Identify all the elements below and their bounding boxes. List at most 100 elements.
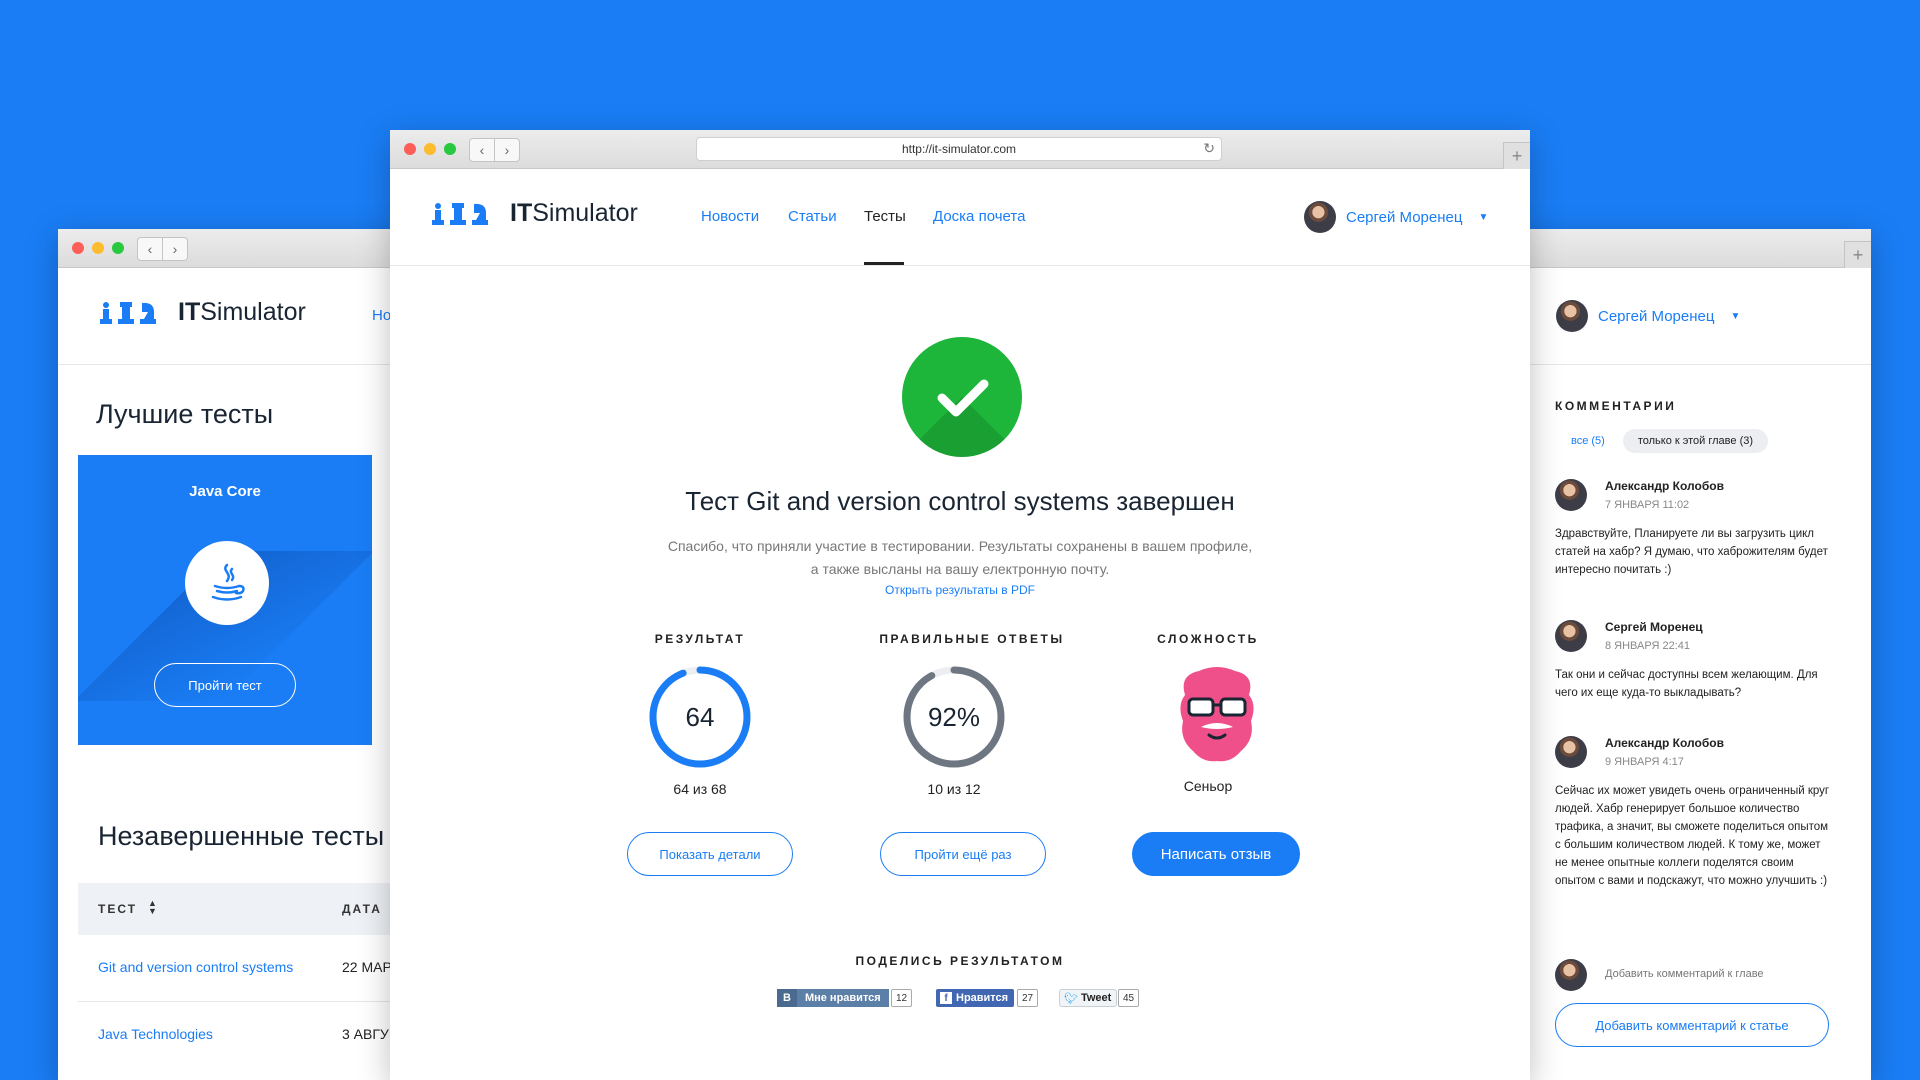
front-user-name: Сергей Моренец [1346,208,1463,226]
back-arrow-icon[interactable]: ‹ [469,138,495,162]
comment-item: Сергей Моренец 8 ЯНВАРЯ 22:41 Так они и … [1555,620,1835,702]
site-logo[interactable]: ITSimulator [98,298,306,327]
difficulty-sub: Сеньор [1183,778,1233,794]
result-description: Спасибо, что приняли участие в тестирова… [390,535,1530,581]
start-test-button[interactable]: Пройти тест [154,663,296,707]
comment-date: 8 ЯНВАРЯ 22:41 [1605,640,1690,652]
col-date-header[interactable]: ДАТА [342,902,382,916]
correct-sub: 10 из 12 [927,781,981,797]
user-avatar [1304,201,1336,233]
result-value: 64 [686,702,715,732]
col-test-header[interactable]: ТЕСТ [98,902,137,916]
front-user-menu[interactable]: Сергей Моренец ▼ [1304,201,1488,233]
result-description-line1: Спасибо, что приняли участие в тестирова… [667,538,1253,554]
new-tab-plus-icon[interactable]: + [1844,241,1871,268]
add-comment-input[interactable]: Добавить комментарий к главе [1605,968,1764,980]
fb-like-button[interactable]: f Нравится [936,989,1015,1007]
comment-author[interactable]: Александр Колобов [1605,479,1835,493]
correct-answers-ring: 92% [903,666,1005,768]
write-review-button[interactable]: Написать отзыв [1132,832,1300,876]
filter-chapter-tab[interactable]: только к этой главе (3) [1622,429,1769,453]
pdf-link[interactable]: Открыть результаты в PDF [390,583,1530,597]
comment-text: Так они и сейчас доступны всем желающим.… [1555,669,1818,699]
comments-panel: КОММЕНТАРИИ все (5) только к этой главе … [1555,399,1855,1047]
result-title: Тест Git and version control systems зав… [685,486,1235,516]
back-user-name: Сергей Моренец [1598,307,1715,325]
vk-like-count: 12 [891,989,913,1007]
java-core-card: Java Core Пройти тест [78,455,372,745]
nav-news[interactable]: Новости [701,208,759,225]
comment-item: Александр Колобов 9 ЯНВАРЯ 4:17 Сейчас и… [1555,736,1835,890]
minimize-window-button[interactable] [92,242,104,254]
twitter-bird-icon: 🐦︎ [1064,992,1078,1005]
back-user-menu[interactable]: Сергей Моренец ▼ [1556,300,1740,332]
comment-avatar [1555,620,1587,652]
user-avatar [1556,300,1588,332]
result-description-line2: а также высланы на вашу електронную почт… [810,561,1110,577]
share-title: ПОДЕЛИСЬ РЕЗУЛЬТАТОМ [855,954,1065,968]
site-logo[interactable]: ITSimulator [430,199,638,228]
nav-tests[interactable]: Тесты [864,208,906,225]
retry-test-button[interactable]: Пройти ещё раз [880,832,1046,876]
comment-text: Сейчас их может увидеть очень ограниченн… [1555,785,1830,887]
maximize-window-button[interactable] [444,143,456,155]
reload-icon[interactable]: ↻ [1203,140,1215,157]
url-text: http://it-simulator.com [901,142,1017,156]
comments-title: КОММЕНТАРИИ [1555,399,1677,413]
card-title: Java Core [189,483,261,500]
back-arrow-icon[interactable]: ‹ [137,237,163,261]
test-name-link[interactable]: Git and version control systems [98,959,293,975]
nav-honor-board[interactable]: Доска почета [933,208,1025,225]
tweet-count: 45 [1118,989,1140,1007]
fb-like-count: 27 [1017,989,1039,1007]
stat-title-correct: ПРАВИЛЬНЫЕ ОТВЕТЫ [879,632,1065,646]
comment-author[interactable]: Александр Колобов [1605,736,1835,750]
forward-arrow-icon[interactable]: › [163,237,188,261]
maximize-window-button[interactable] [112,242,124,254]
new-tab-plus-icon[interactable]: + [1503,142,1530,169]
nav-news-partial[interactable]: Но [372,307,391,324]
add-comment-row[interactable]: Добавить комментарий к главе [1555,959,1835,991]
vk-logo-icon: В [777,989,797,1007]
chess-pieces-logo-icon [98,300,166,326]
current-user-avatar [1555,959,1587,991]
test-name-link[interactable]: Java Technologies [98,1026,213,1042]
unfinished-tests-title: Незавершенные тесты [98,821,385,851]
comment-text: Здравствуйте, Планируете ли вы загрузить… [1555,528,1828,576]
address-bar[interactable]: http://it-simulator.com ↻ [696,137,1222,161]
result-sub: 64 из 68 [673,781,727,797]
comment-author[interactable]: Сергей Моренец [1605,620,1835,634]
tweet-label: Tweet [1080,992,1112,1004]
vk-like-label: Мне нравится [804,992,881,1004]
add-article-comment-button[interactable]: Добавить комментарий к статье [1555,1003,1829,1047]
close-window-button[interactable] [72,242,84,254]
best-tests-title: Лучшие тесты [96,399,274,429]
front-window-chrome: ‹ › http://it-simulator.com ↻ + [390,130,1530,169]
front-browser-window: ‹ › http://it-simulator.com ↻ + ITSimula… [390,130,1530,1080]
show-details-button[interactable]: Показать детали [627,832,793,876]
tweet-button[interactable]: 🐦︎ Tweet [1059,989,1118,1007]
logo-text-rest: Simulator [200,298,306,326]
comment-item: Александр Колобов 7 ЯНВАРЯ 11:02 Здравст… [1555,479,1835,579]
sort-icon[interactable]: ▲ ▼ [148,899,159,916]
comment-avatar [1555,479,1587,511]
comment-avatar [1555,736,1587,768]
checkmark-icon [937,379,989,417]
chevron-down-icon: ▼ [1730,310,1741,322]
close-window-button[interactable] [404,143,416,155]
correct-value: 92% [928,702,980,732]
java-logo-circle [185,541,269,625]
active-nav-underline [864,262,904,265]
stat-title-difficulty: СЛОЖНОСТЬ [1157,632,1259,646]
comment-date: 9 ЯНВАРЯ 4:17 [1605,756,1684,768]
chess-pieces-logo-icon [430,201,498,227]
filter-all-tab[interactable]: все (5) [1555,430,1613,452]
test-date: 22 МАР [342,959,392,975]
nav-articles[interactable]: Статьи [788,208,837,225]
logo-text-rest: Simulator [532,199,638,227]
front-site-header: ITSimulator Новости Статьи Тесты Доска п… [390,169,1530,266]
vk-like-button[interactable]: В Мне нравится [777,989,889,1007]
senior-bearded-face-icon [1180,667,1254,762]
forward-arrow-icon[interactable]: › [495,138,520,162]
minimize-window-button[interactable] [424,143,436,155]
